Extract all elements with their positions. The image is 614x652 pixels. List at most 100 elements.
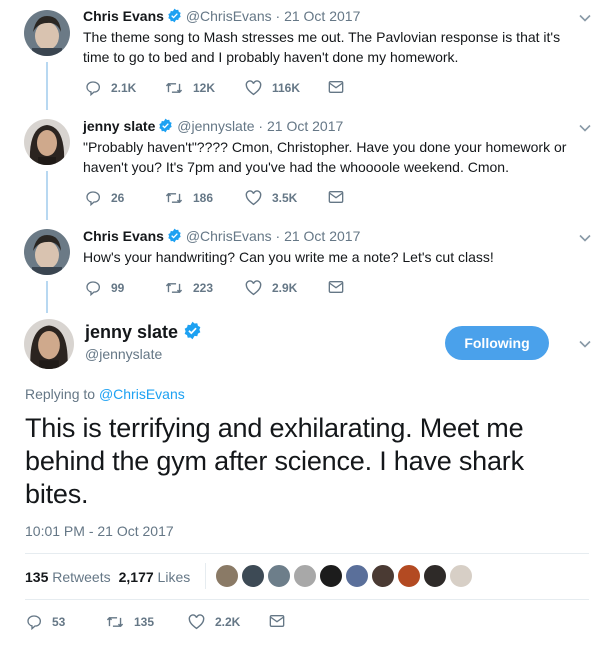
main-timestamp[interactable]: 10:01 PM - 21 Oct 2017 <box>25 523 174 539</box>
reply-count: 99 <box>111 281 125 295</box>
replying-to-link[interactable]: @ChrisEvans <box>99 386 185 402</box>
main-avatar[interactable] <box>24 319 74 369</box>
like-button[interactable]: 116K <box>245 80 300 96</box>
author-handle[interactable]: @ChrisEvans <box>186 228 272 244</box>
retweet-icon <box>165 190 183 206</box>
direct-message-button[interactable] <box>328 190 344 204</box>
tweet-date[interactable]: 21 Oct 2017 <box>267 118 343 134</box>
tweet-header: Chris Evans @ChrisEvans · 21 Oct 2017 <box>83 227 360 247</box>
direct-message-button[interactable] <box>328 80 344 94</box>
main-author-name[interactable]: jenny slate <box>85 321 202 345</box>
like-count: 116K <box>272 81 301 95</box>
main-author-handle[interactable]: @jennyslate <box>85 346 162 362</box>
retweet-button[interactable]: 135 <box>106 614 154 630</box>
reply-button[interactable]: 99 <box>85 280 124 296</box>
retweet-icon <box>165 280 183 296</box>
reply-icon <box>85 190 101 206</box>
main-tweet-text: This is terrifying and exhilarating. Mee… <box>25 413 524 509</box>
retweet-button[interactable]: 186 <box>165 190 213 206</box>
tweet-header: Chris Evans @ChrisEvans · 21 Oct 2017 <box>83 7 360 27</box>
author-handle[interactable]: @ChrisEvans <box>186 8 272 24</box>
chevron-down-icon[interactable] <box>578 11 592 25</box>
tweet-date[interactable]: 21 Oct 2017 <box>284 228 360 244</box>
tweet-text: The theme song to Mash stresses me out. … <box>83 29 561 65</box>
reply-icon <box>85 80 101 96</box>
thread-line <box>46 281 48 313</box>
main-author-name-text[interactable]: jenny slate <box>85 322 178 342</box>
like-heart-icon <box>188 614 205 630</box>
like-button[interactable]: 3.5K <box>245 190 297 206</box>
replying-to: Replying to @ChrisEvans <box>25 386 185 402</box>
liker-avatar[interactable] <box>344 563 370 589</box>
like-count: 3.5K <box>272 191 298 205</box>
liker-avatar[interactable] <box>214 563 240 589</box>
thread-tweet: jenny slate @jennyslate · 21 Oct 2017 "P… <box>0 110 614 220</box>
retweet-button[interactable]: 223 <box>165 280 213 296</box>
retweets-stat-count: 135 <box>25 569 49 585</box>
divider <box>25 553 589 554</box>
liker-avatar[interactable] <box>292 563 318 589</box>
tweet-header: jenny slate @jennyslate · 21 Oct 2017 <box>83 117 343 137</box>
like-button[interactable]: 2.9K <box>245 280 297 296</box>
likes-stat-count: 2,177 <box>118 569 154 585</box>
retweet-count: 12K <box>193 81 216 95</box>
thread-line <box>46 62 48 110</box>
author-name[interactable]: jenny slate <box>83 118 155 134</box>
chevron-down-icon[interactable] <box>578 121 592 135</box>
reply-count: 2.1K <box>111 81 137 95</box>
retweet-icon <box>106 614 124 630</box>
reply-count: 26 <box>111 191 125 205</box>
chevron-down-icon[interactable] <box>578 337 592 351</box>
like-heart-icon <box>245 80 262 96</box>
reply-button[interactable]: 2.1K <box>85 80 136 96</box>
replying-prefix: Replying to <box>25 386 96 402</box>
liker-avatar[interactable] <box>240 563 266 589</box>
liker-avatar[interactable] <box>266 563 292 589</box>
retweet-button[interactable]: 12K <box>165 80 215 96</box>
reply-button[interactable]: 53 <box>26 614 65 630</box>
separator-dot: · <box>275 8 281 24</box>
liker-avatar[interactable] <box>448 563 474 589</box>
author-name[interactable]: Chris Evans <box>83 228 164 244</box>
thread-tweet: Chris Evans @ChrisEvans · 21 Oct 2017 Th… <box>0 0 614 110</box>
retweets-stat[interactable]: 135 Retweets <box>25 569 111 585</box>
liker-avatar[interactable] <box>318 563 344 589</box>
likes-stat[interactable]: 2,177 Likes <box>119 569 191 585</box>
direct-message-icon <box>328 190 344 204</box>
liker-avatar[interactable] <box>370 563 396 589</box>
reply-count: 53 <box>52 615 66 629</box>
following-button[interactable]: Following <box>445 326 549 360</box>
separator-dot: · <box>275 228 281 244</box>
thread-tweet: Chris Evans @ChrisEvans · 21 Oct 2017 Ho… <box>0 220 614 313</box>
retweets-stat-label: Retweets <box>52 569 111 585</box>
direct-message-button[interactable] <box>328 280 344 294</box>
chevron-down-icon[interactable] <box>578 231 592 245</box>
avatar[interactable] <box>24 229 70 275</box>
retweet-count: 223 <box>193 281 214 295</box>
reply-icon <box>85 280 101 296</box>
like-button[interactable]: 2.2K <box>188 614 240 630</box>
stats-divider <box>205 563 206 589</box>
reply-icon <box>26 614 42 630</box>
thread-line <box>46 171 48 220</box>
tweet-date[interactable]: 21 Oct 2017 <box>284 8 360 24</box>
tweet-text: "Probably haven't"???? Cmon, Christopher… <box>83 139 567 175</box>
reply-button[interactable]: 26 <box>85 190 124 206</box>
direct-message-button[interactable] <box>269 614 285 628</box>
like-count: 2.9K <box>272 281 298 295</box>
divider <box>25 599 589 600</box>
liker-avatar[interactable] <box>422 563 448 589</box>
retweet-count: 135 <box>134 615 155 629</box>
direct-message-icon <box>328 280 344 294</box>
verified-badge-icon <box>183 321 202 345</box>
verified-badge-icon <box>158 118 173 137</box>
liker-avatars <box>214 563 476 589</box>
like-heart-icon <box>245 190 262 206</box>
author-name[interactable]: Chris Evans <box>83 8 164 24</box>
liker-avatar[interactable] <box>396 563 422 589</box>
tweet-text: How's your handwriting? Can you write me… <box>83 249 494 265</box>
author-handle[interactable]: @jennyslate <box>177 118 254 134</box>
avatar[interactable] <box>24 10 70 56</box>
avatar[interactable] <box>24 119 70 165</box>
likes-stat-label: Likes <box>157 569 191 585</box>
